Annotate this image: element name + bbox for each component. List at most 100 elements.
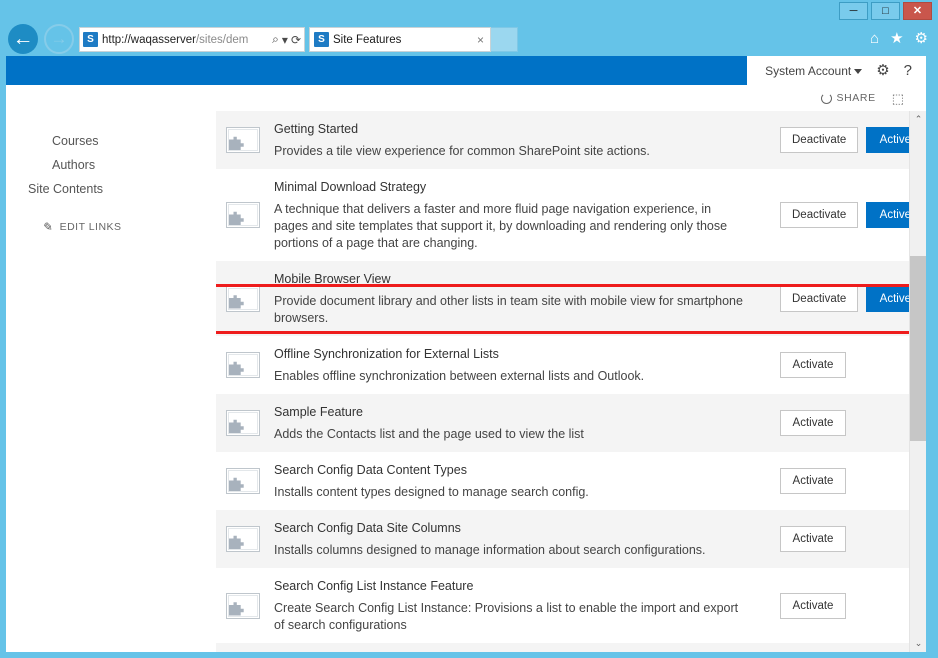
feature-toggle-button[interactable]: Deactivate [780, 127, 858, 153]
edit-links-button[interactable]: ✎ EDIT LINKS [6, 220, 216, 234]
refresh-icon[interactable]: ⟳ [291, 33, 301, 47]
url-host: http://waqasserver [102, 34, 196, 46]
feature-row: Minimal Download Strategy A technique tha… [216, 169, 926, 261]
feature-row: Search Config Template FeatureActivate [216, 643, 926, 652]
chevron-down-icon[interactable]: ▾ [282, 33, 288, 47]
url-path: /sites/dem [196, 34, 248, 46]
suite-bar-right: System Account ⚙ ? [747, 56, 926, 85]
feature-toggle-button[interactable]: Activate [780, 410, 846, 436]
feature-toggle-button[interactable]: Activate [780, 526, 846, 552]
window-controls: ─ □ ✕ [839, 2, 932, 20]
feature-puzzle-icon [226, 286, 260, 312]
feature-description: Provides a tile view experience for comm… [274, 143, 744, 160]
back-button-icon[interactable]: ← [8, 24, 38, 54]
tab-close-icon[interactable]: × [475, 33, 486, 47]
search-icon[interactable]: ⌕ [272, 32, 279, 47]
page-body: Courses Authors Site Contents ✎ EDIT LIN… [6, 111, 926, 652]
browser-window: ─ □ ✕ ← → S http://waqasserver/sites/dem… [0, 0, 938, 658]
feature-actions: Activate [776, 352, 926, 378]
new-tab-button[interactable] [491, 27, 518, 52]
feature-puzzle-icon [226, 202, 260, 228]
scroll-up-arrow-icon[interactable]: ⌃ [910, 111, 926, 128]
feature-puzzle-icon [226, 468, 260, 494]
feature-description: Create Search Config List Instance: Prov… [274, 600, 744, 634]
scroll-down-arrow-icon[interactable]: ⌄ [910, 635, 926, 652]
feature-actions: Activate [776, 410, 926, 436]
feature-title: Sample Feature [274, 403, 764, 421]
tab-strip: S Site Features × [309, 27, 518, 52]
minimize-button[interactable]: ─ [839, 2, 868, 20]
address-bar[interactable]: S http://waqasserver/sites/dem ⌕ ▾ ⟳ [79, 27, 305, 52]
home-icon[interactable]: ⌂ [870, 31, 879, 46]
feature-row: Mobile Browser ViewProvide document libr… [216, 261, 926, 336]
feature-description: Enables offline synchronization between … [274, 368, 744, 385]
window-titlebar: ─ □ ✕ [0, 0, 938, 22]
feature-actions: Activate [776, 526, 926, 552]
feature-text: Offline Synchronization for External Lis… [274, 345, 776, 385]
feature-title: Search Config List Instance Feature [274, 577, 764, 595]
feature-description: Adds the Contacts list and the page used… [274, 426, 744, 443]
feature-text: Mobile Browser ViewProvide document libr… [274, 270, 776, 327]
close-button[interactable]: ✕ [903, 2, 932, 20]
url-text: http://waqasserver/sites/dem [102, 34, 269, 46]
feature-title: Minimal Download Strategy [274, 178, 764, 196]
feature-text: Search Config Data Site Columns Installs … [274, 519, 776, 559]
feature-text: Getting Started Provides a tile view expe… [274, 120, 776, 160]
feature-actions: Activate [776, 593, 926, 619]
focus-on-content-icon[interactable]: ⬚ [892, 92, 904, 105]
feature-title: Getting Started [274, 120, 764, 138]
sidebar-item-courses[interactable]: Courses [6, 129, 216, 153]
feature-row: Search Config List Instance Feature Creat… [216, 568, 926, 643]
feature-description: A technique that delivers a faster and m… [274, 201, 744, 252]
feature-actions: Activate [776, 468, 926, 494]
share-icon [821, 93, 832, 104]
share-label: SHARE [837, 92, 876, 104]
feature-text: Sample Feature Adds the Contacts list and… [274, 403, 776, 443]
scrollbar-thumb[interactable] [910, 256, 926, 441]
forward-button-icon[interactable]: → [44, 24, 74, 54]
feature-row: Sample Feature Adds the Contacts list and… [216, 394, 926, 452]
sidebar-item-site-contents[interactable]: Site Contents [6, 177, 216, 201]
pencil-icon: ✎ [41, 219, 53, 234]
feature-toggle-button[interactable]: Activate [780, 468, 846, 494]
feature-toggle-button[interactable]: Activate [780, 352, 846, 378]
share-strip: SHARE ⬚ [6, 85, 926, 111]
account-menu[interactable]: System Account [765, 64, 862, 78]
feature-text: Minimal Download Strategy A technique tha… [274, 178, 776, 252]
feature-row: Offline Synchronization for External Lis… [216, 336, 926, 394]
feature-description: Installs columns designed to manage info… [274, 542, 744, 559]
tab-site-features[interactable]: S Site Features × [309, 27, 491, 52]
sharepoint-suite-bar: System Account ⚙ ? [6, 56, 926, 85]
feature-title: Mobile Browser View [274, 270, 764, 288]
features-list: Getting Started Provides a tile view expe… [216, 111, 926, 652]
feature-text: Search Config Data Content TypesInstalls… [274, 461, 776, 501]
maximize-button[interactable]: □ [871, 2, 900, 20]
share-button[interactable]: SHARE [821, 92, 876, 104]
feature-title: Search Config Data Content Types [274, 461, 764, 479]
features-scrollbar[interactable]: ⌃ ⌄ [909, 111, 926, 652]
help-icon[interactable]: ? [904, 63, 912, 78]
chevron-down-icon [854, 69, 862, 74]
feature-toggle-button[interactable]: Deactivate [780, 202, 858, 228]
feature-title: Offline Synchronization for External Lis… [274, 345, 764, 363]
feature-puzzle-icon [226, 352, 260, 378]
feature-row: Search Config Data Content TypesInstalls… [216, 452, 926, 510]
sidebar-item-authors[interactable]: Authors [6, 153, 216, 177]
gear-icon[interactable]: ⚙ [876, 63, 889, 78]
favorites-icon[interactable]: ★ [890, 31, 903, 46]
feature-puzzle-icon [226, 127, 260, 153]
feature-toggle-button[interactable]: Deactivate [780, 286, 858, 312]
tab-favicon-icon: S [314, 32, 329, 47]
feature-puzzle-icon [226, 410, 260, 436]
feature-actions: DeactivateActive [776, 202, 926, 228]
browser-navbar: ← → S http://waqasserver/sites/dem ⌕ ▾ ⟳… [0, 22, 938, 56]
settings-icon[interactable]: ⚙ [915, 31, 928, 46]
feature-puzzle-icon [226, 526, 260, 552]
feature-text: Search Config List Instance Feature Creat… [274, 577, 776, 634]
feature-toggle-button[interactable]: Activate [780, 593, 846, 619]
feature-puzzle-icon [226, 593, 260, 619]
edit-links-label: EDIT LINKS [60, 221, 122, 233]
page-viewport: System Account ⚙ ? SHARE ⬚ Courses Autho… [6, 56, 926, 652]
feature-title: Search Config Data Site Columns [274, 519, 764, 537]
left-navigation: Courses Authors Site Contents ✎ EDIT LIN… [6, 111, 216, 652]
